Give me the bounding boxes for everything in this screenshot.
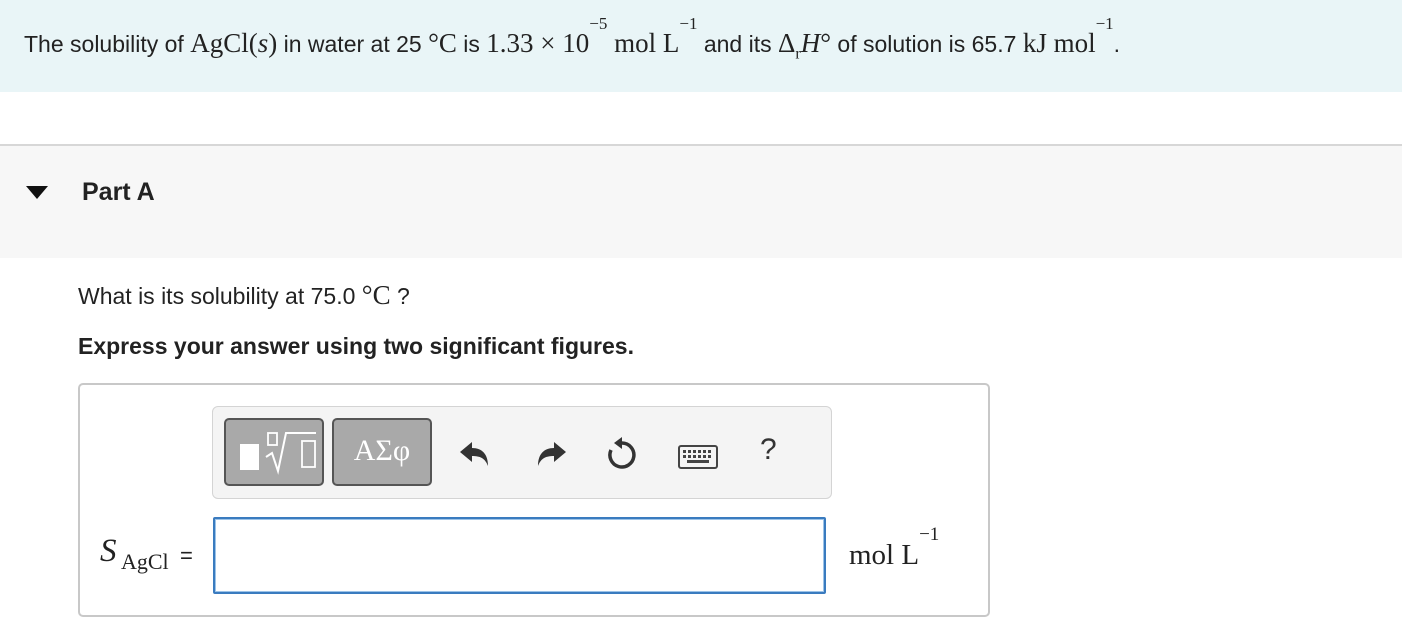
intro-text-3: is xyxy=(456,31,487,57)
help-icon[interactable]: ? xyxy=(760,433,777,467)
answer-variable-subscript: AgCl xyxy=(121,549,169,574)
math-solubility: 1.33 × 10−5 mol L−1 xyxy=(486,14,698,58)
templates-icon xyxy=(265,432,316,475)
redo-icon[interactable] xyxy=(534,438,568,468)
math-delta-h: ΔrH° xyxy=(778,28,832,63)
math-kj-units: kJ mol−1 xyxy=(1022,14,1114,58)
problem-intro-banner: The solubility of AgCl(s) in water at 25… xyxy=(0,0,1402,92)
math-agcl: AgCl(s) xyxy=(190,28,278,58)
intro-text-5: of solution is 65.7 xyxy=(831,31,1023,57)
part-title: Part A xyxy=(82,178,155,206)
math-degc: °C xyxy=(428,28,457,58)
problem-statement: The solubility of AgCl(s) in water at 25… xyxy=(24,14,1121,63)
intro-text-4: and its xyxy=(697,31,778,57)
symbols-label: ΑΣφ xyxy=(353,434,411,467)
reset-icon[interactable] xyxy=(604,437,640,473)
collapse-toggle-icon[interactable] xyxy=(26,186,48,199)
answer-units: mol L−1 xyxy=(849,524,940,571)
intro-text-6: . xyxy=(1113,31,1121,57)
instruction-text: Express your answer using two significan… xyxy=(78,333,634,359)
symbols-button[interactable]: ΑΣφ xyxy=(332,418,432,486)
intro-text-2: in water at 25 xyxy=(277,31,429,57)
answer-input[interactable] xyxy=(213,517,826,594)
math-question-unit: °C xyxy=(361,280,391,310)
question-text: What is its solubility at 75.0 °C ? xyxy=(78,280,410,310)
equals-sign: = xyxy=(180,543,193,568)
intro-text-1: The solubility of xyxy=(24,31,191,57)
templates-button[interactable] xyxy=(224,418,324,486)
answer-variable: S xyxy=(100,533,117,569)
templates-block-icon xyxy=(240,444,259,470)
keyboard-icon[interactable] xyxy=(677,442,719,470)
undo-icon[interactable] xyxy=(458,438,492,468)
part-header xyxy=(0,146,1402,258)
